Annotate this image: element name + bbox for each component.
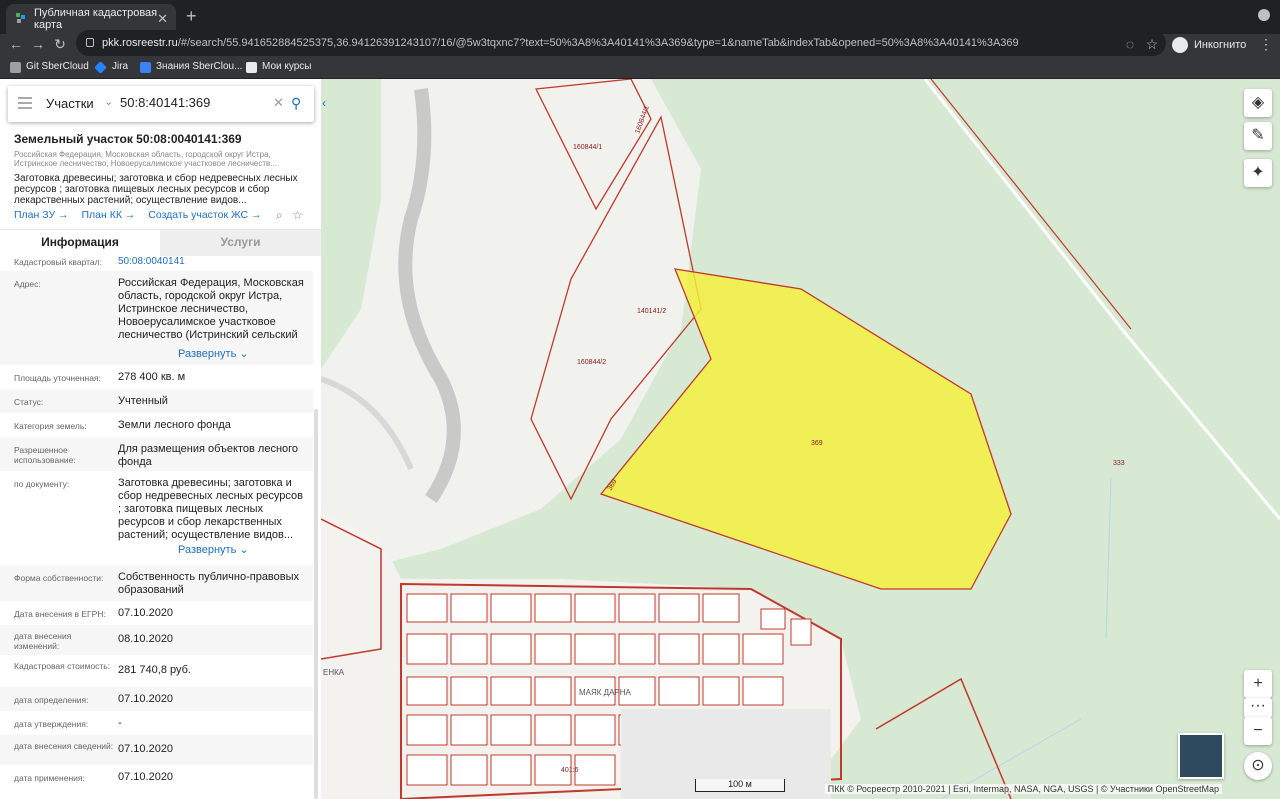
fields-list: Кадастровый квартал: 50:08:0040141 Адрес… [0, 257, 313, 799]
tab-info[interactable]: Информация [0, 230, 160, 256]
tab-title: Публичная кадастровая карта [34, 7, 158, 31]
profile-label: Инкогнито [1194, 39, 1247, 51]
bookmarks-bar: Git SberCloud Jira Знания SberClou... Мо… [0, 56, 1280, 79]
field-approve: дата утверждения: - [14, 717, 122, 729]
url-host: pkk.rosreestr.ru [102, 37, 178, 49]
minimap[interactable] [1178, 733, 1224, 779]
road-boundary [930, 79, 1132, 330]
info-panel: Участки ⌄ ✕ ⚲ Земельный участок 50:08:00… [0, 79, 321, 799]
field-address: Адрес: Российская Федерация, Московская … [0, 271, 313, 365]
plan-kk-link[interactable]: План КК → [81, 209, 135, 221]
create-parcel-link[interactable]: Создать участок ЖС → [148, 209, 261, 221]
field-egrn: Дата внесения в ЕГРН: 07.10.2020 [14, 607, 174, 619]
map-attribution: ПКК © Росреестр 2010-2021 | Esri, Interm… [824, 784, 1222, 794]
parcel-actions: ⌕ ☆ [276, 208, 303, 223]
field-def: дата определения: 07.10.2020 [0, 687, 313, 711]
eye-off-icon[interactable]: ◌ [1120, 34, 1140, 56]
cadastral-map[interactable]: 160844/1 160844/1 140141/2 160844/2 369 … [321, 79, 1280, 799]
reload-icon[interactable]: ↻ [50, 34, 70, 56]
parcel-title: Земельный участок 50:08:0040141:369 [14, 132, 242, 146]
map-label-140141-2: 140141/2 [637, 308, 666, 315]
rosreestr-favicon-icon [16, 13, 25, 23]
jira-icon [94, 61, 107, 74]
locate-icon[interactable]: ✦ [1244, 159, 1272, 187]
field-cost: Кадастровая стоимость: 281 740,8 руб. [14, 661, 191, 676]
zoom-in-button[interactable]: + [1244, 670, 1272, 698]
parcel-east [875, 677, 1012, 799]
field-info: дата внесения сведений: 07.10.2020 [0, 735, 313, 765]
search-icon[interactable]: ⚲ [291, 95, 301, 112]
back-icon[interactable]: ← [6, 34, 26, 56]
forward-icon[interactable]: → [28, 34, 48, 56]
field-area: Площадь уточненная: 278 400 кв. м [14, 371, 186, 383]
map-label-333: 333 [1113, 460, 1125, 467]
browser-toolbar: ← → ↻ pkk.rosreestr.ru/#/search/55.94165… [0, 30, 1280, 56]
field-apply: дата применения: 07.10.2020 [14, 771, 174, 783]
quarter-link[interactable]: 50:08:0040141 [118, 257, 308, 268]
profile-button[interactable]: Инкогнито [1172, 34, 1246, 56]
stream-line [1105, 478, 1112, 640]
map-canvas[interactable]: 160844/1 160844/1 140141/2 160844/2 369 … [321, 79, 1280, 799]
menu-icon[interactable]: ⋮ [1256, 34, 1276, 56]
layers-icon[interactable]: ◈ [1244, 89, 1272, 117]
bookmark-sbercloud[interactable]: Знания SberClou... [140, 56, 242, 78]
chevron-down-icon[interactable]: ⌄ [104, 95, 113, 108]
incognito-icon [1172, 37, 1188, 53]
field-use: Разрешенное использование: Для размещени… [0, 437, 313, 471]
expand-address-link[interactable]: Развернуть ⌄ [178, 347, 249, 360]
map-label-village: МАЯК ДАРНА [579, 688, 632, 697]
bookmark-courses[interactable]: Мои курсы [246, 56, 312, 78]
field-status: Статус: Учтенный [0, 389, 313, 413]
browser-tabbar: Публичная кадастровая карта ✕ + [0, 0, 1280, 34]
parcel-subtitle: Российская Федерация, Московская область… [14, 150, 277, 168]
tab-search-icon[interactable] [1258, 9, 1270, 21]
more-icon[interactable]: ··· [1244, 698, 1272, 718]
tab-services[interactable]: Услуги [160, 230, 321, 256]
field-doc: по документу: Заготовка древесины; загот… [14, 477, 303, 556]
globe-icon [10, 62, 21, 73]
url-path: /#/search/55.941652884525375,36.94126391… [177, 37, 1019, 49]
bookmark-git-sbercloud[interactable]: Git SberCloud [10, 56, 89, 78]
field-ownership: Форма собственности: Собственность публи… [0, 565, 313, 601]
bookmark-jira[interactable]: Jira [94, 56, 128, 78]
clear-icon[interactable]: ✕ [273, 95, 284, 111]
map-label-160844-1: 160844/1 [573, 144, 602, 151]
page-icon [246, 62, 257, 73]
star-icon[interactable]: ☆ [292, 208, 303, 222]
panel-tabs: Информация Услуги [0, 229, 321, 256]
expand-doc-link[interactable]: Развернуть ⌄ [178, 543, 249, 556]
plan-zu-link[interactable]: План ЗУ → [14, 209, 69, 221]
parcel-purpose: Заготовка древесины; заготовка и сбор не… [14, 173, 298, 206]
lock-icon [86, 38, 94, 47]
scale-bar: 100 м [695, 779, 785, 792]
field-category: Категория земель: Земли лесного фонда [14, 419, 231, 431]
ruler-icon[interactable]: ✎ [1244, 122, 1272, 150]
search-bar: Участки ⌄ ✕ ⚲ [8, 86, 314, 122]
star-icon[interactable]: ☆ [1142, 34, 1162, 56]
zoom-to-icon[interactable]: ⌕ [276, 208, 283, 222]
new-tab-button[interactable]: + [186, 6, 197, 27]
map-label-160844-2: 160844/2 [577, 359, 606, 366]
address-bar[interactable]: pkk.rosreestr.ru/#/search/55.94165288452… [76, 30, 1166, 56]
map-label-west: ЕНКА [323, 668, 345, 677]
map-label-369: 369 [811, 440, 823, 447]
parcel-links: План ЗУ → План КК → Создать участок ЖС → [14, 209, 272, 221]
close-tab-icon[interactable]: ✕ [157, 11, 168, 27]
menu-icon[interactable] [18, 97, 32, 109]
field-quarter: Кадастровый квартал: 50:08:0040141 [0, 257, 313, 271]
compass-icon[interactable]: ⊙ [1244, 752, 1272, 780]
collapse-panel-icon[interactable]: ‹ [322, 96, 332, 110]
map-label-401: 401:6 [561, 767, 579, 774]
search-input[interactable] [120, 95, 270, 110]
field-changes: дата внесения изменений: 08.10.2020 [0, 625, 313, 655]
panel-scrollbar[interactable] [314, 409, 318, 799]
sbercloud-icon [140, 62, 151, 73]
zoom-out-button[interactable]: − [1244, 717, 1272, 745]
search-type-select[interactable]: Участки [46, 96, 94, 111]
